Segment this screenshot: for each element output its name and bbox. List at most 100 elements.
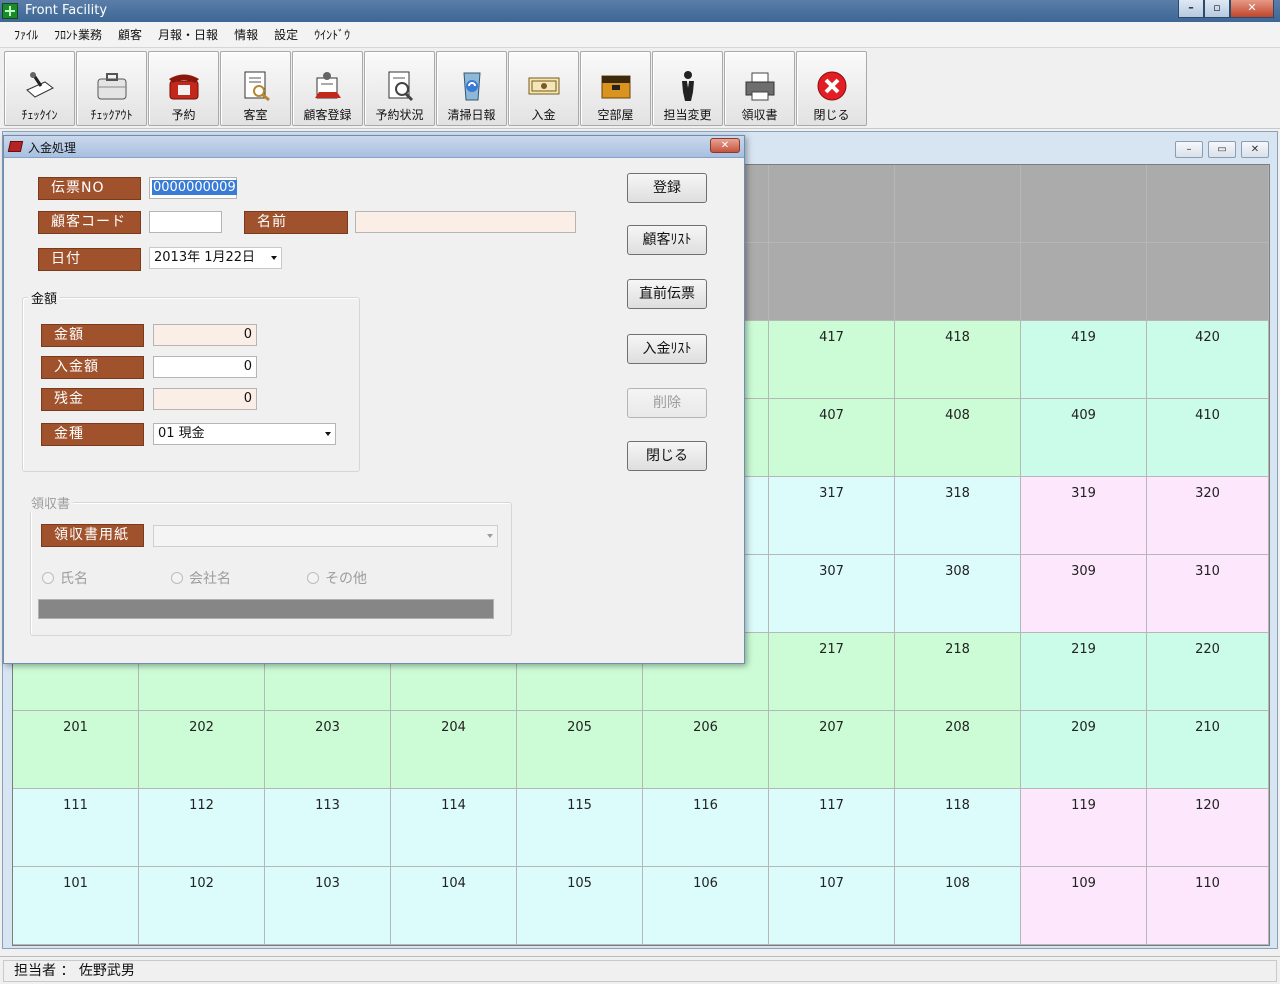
room-cell[interactable] [895,243,1021,321]
room-cell-203[interactable]: 203 [265,711,391,789]
radio-other[interactable]: その他 [307,568,367,588]
radio-company-name[interactable]: 会社名 [171,568,231,588]
previous-slip-button[interactable]: 直前伝票 [627,279,707,309]
room-cell[interactable] [1021,165,1147,243]
receipt-button[interactable]: 領収書 [724,51,795,126]
room-cell-204[interactable]: 204 [391,711,517,789]
radio-person-name[interactable]: 氏名 [42,568,88,588]
room-cell-418[interactable]: 418 [895,321,1021,399]
menu-customer[interactable]: 顧客 [110,26,150,43]
room-cell-201[interactable]: 201 [13,711,139,789]
room-cell-105[interactable]: 105 [517,867,643,945]
room-cell-104[interactable]: 104 [391,867,517,945]
room-cell-419[interactable]: 419 [1021,321,1147,399]
room-cell-210[interactable]: 210 [1147,711,1269,789]
menu-window[interactable]: ｳｲﾝﾄﾞｳ [306,26,358,43]
delete-button[interactable]: 削除 [627,388,707,418]
reservation-button[interactable]: 予約 [148,51,219,126]
paid-amount-field[interactable]: 0 [153,356,257,378]
room-cell-320[interactable]: 320 [1147,477,1269,555]
room-cell-420[interactable]: 420 [1147,321,1269,399]
room-cell-103[interactable]: 103 [265,867,391,945]
menu-file[interactable]: ﾌｧｲﾙ [6,26,46,43]
room-cell[interactable] [769,243,895,321]
receipt-text-field[interactable] [38,599,494,619]
vacant-room-button[interactable]: 空部屋 [580,51,651,126]
room-cell-220[interactable]: 220 [1147,633,1269,711]
room-cell-119[interactable]: 119 [1021,789,1147,867]
room-cell-318[interactable]: 318 [895,477,1021,555]
room-cell-219[interactable]: 219 [1021,633,1147,711]
child-restore-button[interactable]: ▭ [1208,141,1236,158]
menu-info[interactable]: 情報 [226,26,266,43]
cleaning-report-button[interactable]: 清掃日報 [436,51,507,126]
room-cell-217[interactable]: 217 [769,633,895,711]
room-cell-107[interactable]: 107 [769,867,895,945]
room-cell[interactable] [1147,243,1269,321]
room-button[interactable]: 客室 [220,51,291,126]
room-cell[interactable] [1021,243,1147,321]
room-cell-410[interactable]: 410 [1147,399,1269,477]
payment-list-button[interactable]: 入金ﾘｽﾄ [627,334,707,364]
room-cell-208[interactable]: 208 [895,711,1021,789]
room-cell-209[interactable]: 209 [1021,711,1147,789]
room-cell-409[interactable]: 409 [1021,399,1147,477]
customer-register-button[interactable]: 顧客登録 [292,51,363,126]
room-cell-118[interactable]: 118 [895,789,1021,867]
room-cell-309[interactable]: 309 [1021,555,1147,633]
room-cell-207[interactable]: 207 [769,711,895,789]
dialog-close-button[interactable]: ✕ [710,138,740,153]
customer-code-field[interactable] [149,211,222,233]
receipt-paper-select[interactable] [153,525,498,547]
room-cell-110[interactable]: 110 [1147,867,1269,945]
dialog-close-action-button[interactable]: 閉じる [627,441,707,471]
slip-no-field[interactable]: 0000000009 [149,177,237,199]
room-cell-417[interactable]: 417 [769,321,895,399]
room-cell-408[interactable]: 408 [895,399,1021,477]
menu-reports[interactable]: 月報・日報 [150,26,226,43]
child-minimize-button[interactable]: – [1175,141,1203,158]
room-cell-114[interactable]: 114 [391,789,517,867]
checkin-button[interactable]: ﾁｪｯｸｲﾝ [4,51,75,126]
staff-change-button[interactable]: 担当変更 [652,51,723,126]
close-window-button[interactable]: ✕ [1230,0,1274,18]
room-cell-109[interactable]: 109 [1021,867,1147,945]
room-cell-112[interactable]: 112 [139,789,265,867]
room-cell-102[interactable]: 102 [139,867,265,945]
room-cell-218[interactable]: 218 [895,633,1021,711]
room-cell-111[interactable]: 111 [13,789,139,867]
room-cell-106[interactable]: 106 [643,867,769,945]
child-close-button[interactable]: ✕ [1241,141,1269,158]
name-field[interactable] [355,211,576,233]
balance-field[interactable]: 0 [153,388,257,410]
room-cell-308[interactable]: 308 [895,555,1021,633]
room-cell-101[interactable]: 101 [13,867,139,945]
room-cell-120[interactable]: 120 [1147,789,1269,867]
payment-button[interactable]: 入金 [508,51,579,126]
close-toolbar-button[interactable]: 閉じる [796,51,867,126]
date-picker[interactable]: 2013年 1月22日 [149,247,282,269]
menu-front-operations[interactable]: ﾌﾛﾝﾄ業務 [46,26,110,43]
room-cell-407[interactable]: 407 [769,399,895,477]
room-cell-202[interactable]: 202 [139,711,265,789]
room-cell-113[interactable]: 113 [265,789,391,867]
checkout-button[interactable]: ﾁｪｯｸｱｳﾄ [76,51,147,126]
room-cell-116[interactable]: 116 [643,789,769,867]
money-type-select[interactable]: 01 現金 [153,423,336,445]
customer-list-button[interactable]: 顧客ﾘｽﾄ [627,225,707,255]
reservation-status-button[interactable]: 予約状況 [364,51,435,126]
room-cell[interactable] [895,165,1021,243]
room-cell-117[interactable]: 117 [769,789,895,867]
amount-field[interactable]: 0 [153,324,257,346]
minimize-button[interactable]: – [1178,0,1204,18]
room-cell-307[interactable]: 307 [769,555,895,633]
room-cell-310[interactable]: 310 [1147,555,1269,633]
room-cell-108[interactable]: 108 [895,867,1021,945]
room-cell-317[interactable]: 317 [769,477,895,555]
room-cell[interactable] [769,165,895,243]
room-cell-205[interactable]: 205 [517,711,643,789]
room-cell[interactable] [1147,165,1269,243]
room-cell-319[interactable]: 319 [1021,477,1147,555]
maximize-button[interactable]: ▫ [1204,0,1230,18]
menu-settings[interactable]: 設定 [266,26,306,43]
